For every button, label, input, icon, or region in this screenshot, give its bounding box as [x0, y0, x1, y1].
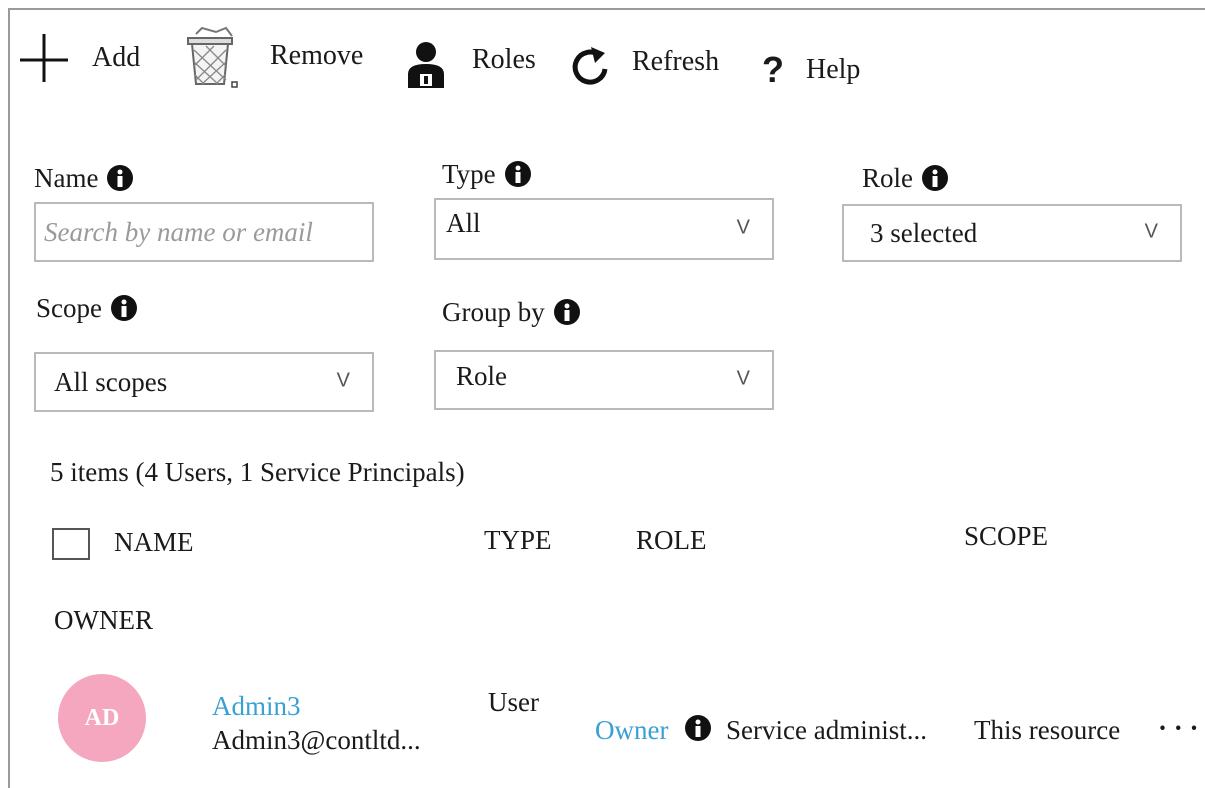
- roles-label: Roles: [472, 44, 536, 75]
- scope-dropdown-value: All scopes: [54, 367, 168, 397]
- chevron-down-icon: V: [336, 369, 350, 392]
- column-header-type[interactable]: TYPE: [484, 524, 552, 556]
- help-button[interactable]: ? Help: [756, 40, 876, 96]
- help-label: Help: [806, 54, 861, 85]
- role-dropdown-value: 3 selected: [870, 218, 978, 248]
- trash-icon: [187, 26, 238, 88]
- role-dropdown[interactable]: 3 selected V: [842, 204, 1182, 262]
- column-header-role[interactable]: ROLE: [636, 524, 707, 556]
- role-filter-label: Role: [862, 162, 949, 194]
- table-row[interactable]: AD Admin3 Admin3@contltd... User Owner S…: [40, 666, 1200, 774]
- name-filter-label: Name: [34, 162, 134, 194]
- info-icon[interactable]: [684, 714, 712, 742]
- items-summary: 5 items (4 Users, 1 Service Principals): [50, 457, 465, 487]
- info-icon: [504, 161, 531, 187]
- user-email: Admin3@contltd...: [212, 725, 421, 755]
- scope-filter-label: Scope: [36, 292, 138, 324]
- name-search-field[interactable]: [34, 202, 374, 262]
- scope-value: This resource: [974, 715, 1121, 745]
- remove-label: Remove: [270, 40, 364, 71]
- group-header-owner: OWNER: [54, 605, 153, 635]
- group-by-filter-label: Group by: [442, 296, 581, 328]
- group-by-dropdown[interactable]: Role V: [434, 350, 774, 410]
- avatar: AD: [58, 674, 146, 762]
- add-button[interactable]: Add: [18, 30, 148, 90]
- remove-button[interactable]: Remove: [178, 26, 378, 96]
- info-icon: [110, 295, 137, 321]
- select-all-checkbox[interactable]: [52, 528, 90, 560]
- role-link[interactable]: Owner: [595, 714, 668, 746]
- roles-button[interactable]: Roles: [404, 32, 554, 92]
- type-filter-label: Type: [442, 158, 532, 190]
- info-icon: [922, 165, 948, 191]
- info-icon: [107, 165, 134, 191]
- user-name-link[interactable]: Admin3: [212, 690, 301, 722]
- search-input[interactable]: [36, 204, 372, 260]
- plus-icon: [20, 34, 68, 82]
- chevron-down-icon: V: [1144, 220, 1158, 243]
- column-header-scope[interactable]: SCOPE: [964, 520, 1048, 552]
- refresh-label: Refresh: [632, 46, 720, 77]
- role-detail: Service administ...: [726, 715, 927, 745]
- chevron-down-icon: V: [736, 367, 750, 390]
- info-icon: [553, 299, 580, 325]
- column-header-name[interactable]: NAME: [114, 526, 194, 558]
- refresh-icon: [572, 47, 608, 85]
- type-dropdown-value: All: [446, 208, 481, 239]
- scope-dropdown[interactable]: All scopes V: [34, 352, 374, 412]
- avatar-initials: AD: [84, 704, 120, 731]
- type-dropdown[interactable]: All V: [434, 198, 774, 260]
- more-options-icon[interactable]: · · ·: [1158, 712, 1199, 744]
- group-by-dropdown-value: Role: [456, 360, 507, 391]
- help-icon: ?: [762, 49, 784, 90]
- refresh-button[interactable]: Refresh: [566, 34, 736, 94]
- user-type: User: [488, 687, 539, 717]
- add-label: Add: [92, 42, 141, 73]
- user-roles-icon: [408, 42, 444, 88]
- chevron-down-icon: V: [736, 216, 750, 239]
